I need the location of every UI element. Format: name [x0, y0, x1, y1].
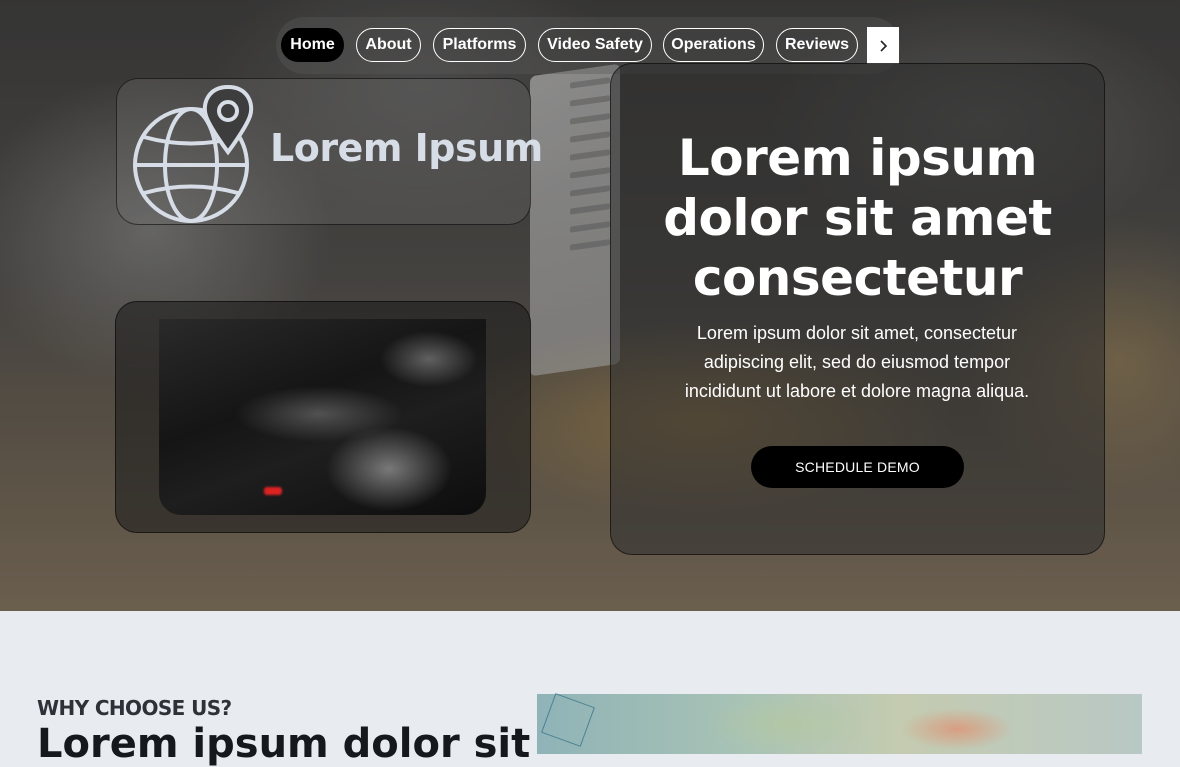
nav-home[interactable]: Home [281, 28, 344, 62]
nav-next-button[interactable] [867, 27, 899, 64]
brand-name: Lorem Ipsum [270, 126, 543, 170]
nav-about[interactable]: About [356, 28, 421, 62]
hero-title: Lorem ipsum dolor sit amet consectetur [610, 128, 1105, 308]
nav-reviews[interactable]: Reviews [776, 28, 858, 62]
section-eyebrow: WHY CHOOSE US? [37, 696, 232, 720]
car-interior-image [159, 319, 486, 515]
nav-operations[interactable]: Operations [663, 28, 764, 62]
nav-video-safety[interactable]: Video Safety [538, 28, 652, 62]
hero-title-line: Lorem ipsum [677, 129, 1038, 187]
hero-subtitle: Lorem ipsum dolor sit amet, consectetur … [684, 323, 1030, 401]
globe-location-pin-icon [133, 84, 254, 223]
section-heading: Lorem ipsum dolor sit [37, 721, 531, 767]
chevron-right-icon [880, 39, 888, 52]
map-image [537, 693, 1142, 754]
schedule-demo-button[interactable]: SCHEDULE DEMO [751, 446, 964, 488]
hero-title-line: dolor sit amet [663, 189, 1052, 247]
nav-platforms[interactable]: Platforms [433, 28, 526, 62]
hero-title-line: consectetur [692, 249, 1023, 307]
